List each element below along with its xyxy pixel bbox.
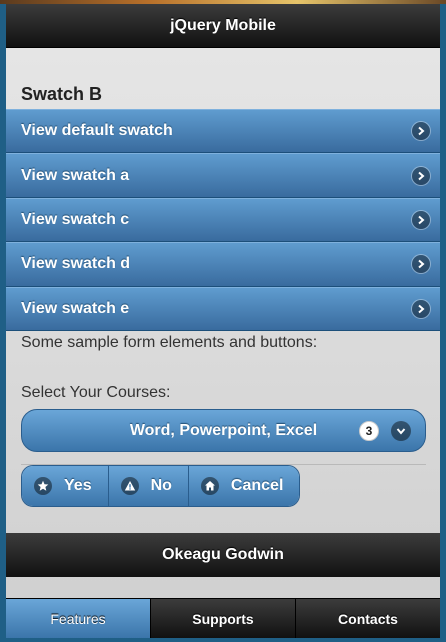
button-controlgroup: Yes No Cancel xyxy=(21,465,301,507)
tab-supports[interactable]: Supports xyxy=(151,599,296,638)
tab-label: Features xyxy=(50,610,106,627)
list-item-swatch-e[interactable]: View swatch e xyxy=(6,286,440,331)
chevron-right-icon xyxy=(412,122,430,141)
list-item-label: View swatch e xyxy=(21,299,130,317)
course-select-value: Word, Powerpoint, Excel xyxy=(129,421,318,439)
chevron-right-icon xyxy=(412,166,430,185)
swatch-listview: View default swatch View swatch a View s… xyxy=(6,109,440,331)
tab-contacts[interactable]: Contacts xyxy=(296,599,440,638)
chevron-right-icon xyxy=(412,210,430,229)
list-item-label: View swatch a xyxy=(21,166,130,184)
cancel-button-label: Cancel xyxy=(230,477,284,494)
list-item-swatch-c[interactable]: View swatch c xyxy=(6,197,440,243)
section-title: Swatch B xyxy=(21,84,103,104)
alert-icon xyxy=(120,477,139,495)
yes-button-label: Yes xyxy=(64,477,92,494)
navbar: Features Supports Contacts xyxy=(6,598,440,638)
list-item-default-swatch[interactable]: View default swatch xyxy=(6,109,440,154)
chevron-right-icon xyxy=(412,255,430,274)
chevron-down-icon xyxy=(391,421,411,441)
cancel-button[interactable]: Cancel xyxy=(188,466,300,506)
intro-text: Some sample form elements and buttons: xyxy=(21,334,318,351)
tab-label: Supports xyxy=(192,610,254,627)
list-item-swatch-a[interactable]: View swatch a xyxy=(6,153,440,198)
list-item-label: View default swatch xyxy=(21,122,173,140)
tab-features[interactable]: Features xyxy=(6,599,151,638)
footer-bar: Okeagu Godwin xyxy=(6,533,440,577)
bottom-border xyxy=(0,638,446,642)
home-icon xyxy=(200,477,219,495)
list-item-label: View swatch d xyxy=(21,255,131,273)
star-icon xyxy=(34,477,52,495)
chevron-right-icon xyxy=(412,299,430,318)
list-item-swatch-d[interactable]: View swatch d xyxy=(6,242,440,287)
list-item-label: View swatch c xyxy=(21,210,130,228)
select-label: Select Your Courses: xyxy=(21,384,171,401)
no-button[interactable]: No xyxy=(108,466,189,506)
course-select[interactable]: Word, Powerpoint, Excel 3 xyxy=(21,409,426,452)
header-bar: jQuery Mobile xyxy=(6,4,440,48)
footer-title: Okeagu Godwin xyxy=(162,546,284,563)
selected-count-badge: 3 xyxy=(359,421,379,441)
yes-button[interactable]: Yes xyxy=(22,466,109,506)
header-title: jQuery Mobile xyxy=(170,16,276,34)
tab-label: Contacts xyxy=(338,610,398,627)
no-button-label: No xyxy=(150,477,172,494)
